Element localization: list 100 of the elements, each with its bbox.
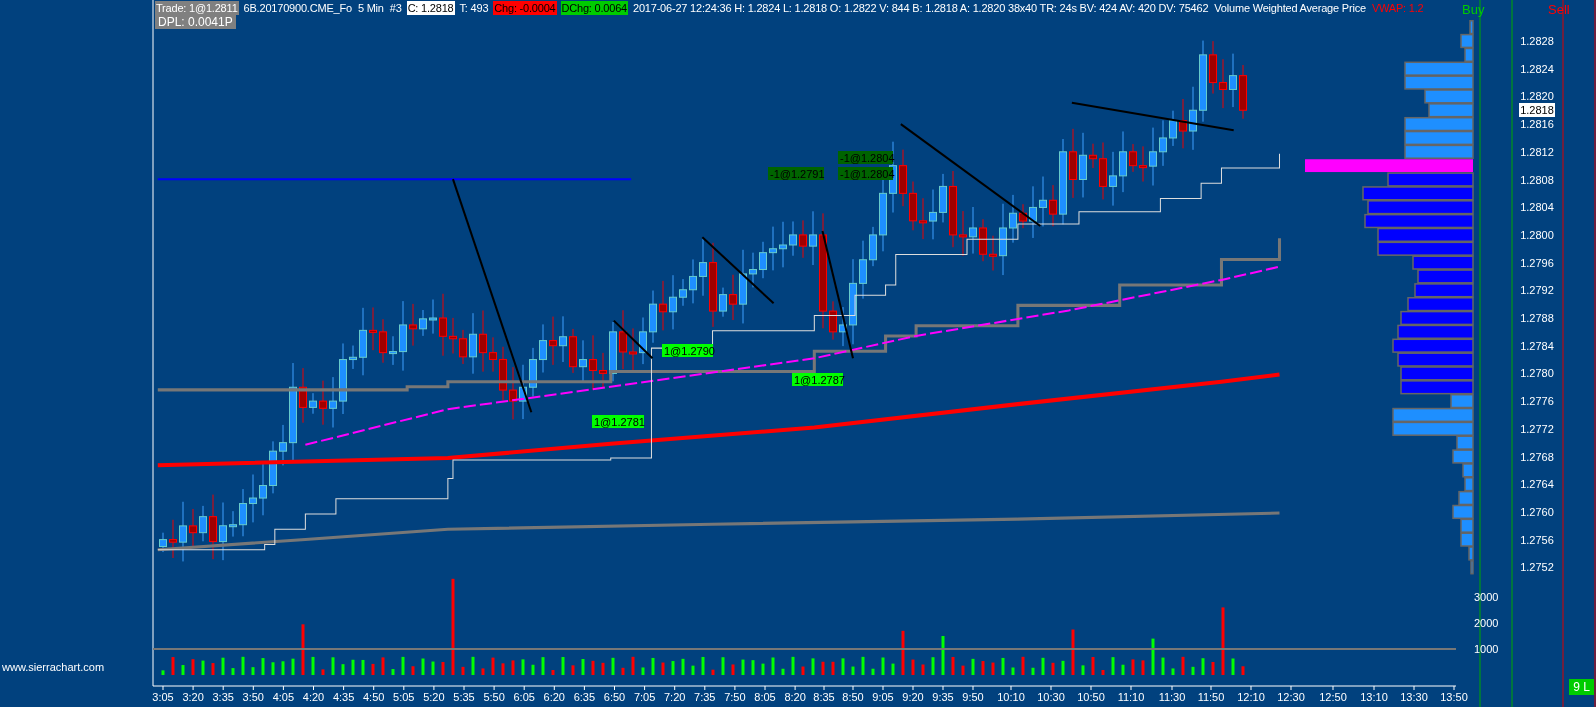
candle <box>1039 176 1047 227</box>
time-label: 11:10 <box>1117 691 1145 703</box>
price-label: 1.2780 <box>1520 367 1554 380</box>
candle <box>659 280 667 331</box>
candle <box>439 293 447 357</box>
candle <box>679 278 687 307</box>
time-label: 3:20 <box>182 691 204 703</box>
website-link[interactable]: www.sierrachart.com <box>2 661 105 673</box>
candle <box>1179 98 1187 149</box>
header-text: 6B.20170900.CME_Fo <box>242 1 353 15</box>
time-label: 5:05 <box>393 691 415 703</box>
candle <box>369 306 377 351</box>
status-badge: 9 L <box>1569 679 1594 695</box>
time-label: 6:35 <box>573 691 596 703</box>
candle <box>799 219 807 259</box>
trend-line <box>613 319 654 360</box>
price-label: 1.2788 <box>1520 312 1554 324</box>
candle <box>179 501 187 562</box>
time-label: 3:50 <box>242 691 264 703</box>
candle <box>859 240 867 300</box>
candle <box>519 364 527 420</box>
time-label: 8:05 <box>754 691 776 703</box>
candle <box>919 197 927 240</box>
candle <box>689 258 697 304</box>
header-text: T: 493 <box>458 1 490 15</box>
candle <box>869 226 877 267</box>
candle <box>909 181 917 231</box>
candle <box>1029 185 1037 239</box>
candle <box>809 210 817 266</box>
candle <box>1009 194 1017 244</box>
time-label: 5:50 <box>483 691 505 703</box>
candle <box>729 274 737 321</box>
candle <box>699 237 707 297</box>
time-label: 4:50 <box>363 691 385 703</box>
candle <box>279 424 287 466</box>
time-label: 12:50 <box>1319 691 1347 703</box>
time-label: 7:50 <box>724 691 746 703</box>
sell-column-label[interactable]: Sell <box>1548 2 1570 17</box>
time-label: 11:50 <box>1197 691 1225 703</box>
price-label: 1.2784 <box>1520 339 1554 352</box>
time-label: 12:10 <box>1237 691 1265 703</box>
header-field: C: 1.2818 <box>406 1 455 15</box>
price-label: 1.2752 <box>1520 561 1554 574</box>
candle <box>529 347 537 398</box>
candle <box>489 336 497 373</box>
current-price-label: 1.2818 <box>1519 103 1555 117</box>
candle <box>399 300 407 372</box>
candle <box>499 346 507 401</box>
time-label: 6:20 <box>543 691 565 703</box>
time-label: 4:20 <box>302 691 325 703</box>
candle <box>569 328 577 374</box>
time-label: 9:05 <box>872 691 894 703</box>
candle <box>539 323 547 373</box>
header-text: #3 <box>388 1 403 15</box>
time-label: 7:05 <box>633 691 656 703</box>
candle <box>639 317 647 365</box>
time-label: 6:05 <box>513 691 535 703</box>
candle <box>419 309 427 337</box>
price-label: 1.2828 <box>1520 35 1554 47</box>
time-label: 9:50 <box>962 691 984 703</box>
candle <box>1139 145 1147 183</box>
header-field: Trade: 1@1.2811 <box>155 1 239 15</box>
time-label: 12:30 <box>1277 691 1305 703</box>
candle <box>319 380 327 426</box>
candle <box>1189 86 1197 151</box>
price-label: 1.2812 <box>1520 145 1554 158</box>
candle <box>789 220 797 257</box>
header-text: 2017-06-27 12:24:36 H: 1.2824 L: 1.2818 O: 1.2822 V: 844 B: 1.2818 A: 1.2820 38x40 TR: 24s BV: 424 AV: 420 DV: 75462 <box>632 1 1210 15</box>
candle <box>669 274 677 330</box>
price-label: 1.2796 <box>1520 256 1554 269</box>
candle <box>169 519 177 559</box>
price-label: 1.2804 <box>1520 201 1554 214</box>
candle <box>649 290 657 344</box>
price-label: 1.2800 <box>1520 228 1554 241</box>
time-label: 13:50 <box>1440 691 1468 703</box>
candle <box>199 505 207 542</box>
candle <box>479 309 487 373</box>
candle <box>1169 110 1177 147</box>
candle <box>969 206 977 255</box>
candle <box>1209 40 1217 94</box>
candle <box>1079 132 1087 198</box>
time-label: 8:50 <box>842 691 864 703</box>
candle <box>609 321 617 382</box>
candle <box>779 221 787 268</box>
time-label: 8:20 <box>784 691 806 703</box>
time-label: 3:35 <box>212 691 234 703</box>
trade-label: -1@1.2791 <box>768 167 825 180</box>
candle <box>979 218 987 262</box>
time-label: 9:20 <box>902 691 924 703</box>
candle <box>509 366 517 420</box>
header-field: DPL: 0.0041P <box>155 15 236 29</box>
time-label: 7:20 <box>664 691 686 703</box>
time-label: 10:10 <box>997 691 1025 703</box>
candle <box>1119 130 1127 193</box>
candle <box>599 352 607 389</box>
header-field: DChg: 0.0064 <box>560 1 628 15</box>
candle <box>629 327 637 372</box>
buy-column-label[interactable]: Buy <box>1462 2 1485 17</box>
price-label: 1.2760 <box>1520 505 1554 518</box>
candle <box>429 299 437 335</box>
